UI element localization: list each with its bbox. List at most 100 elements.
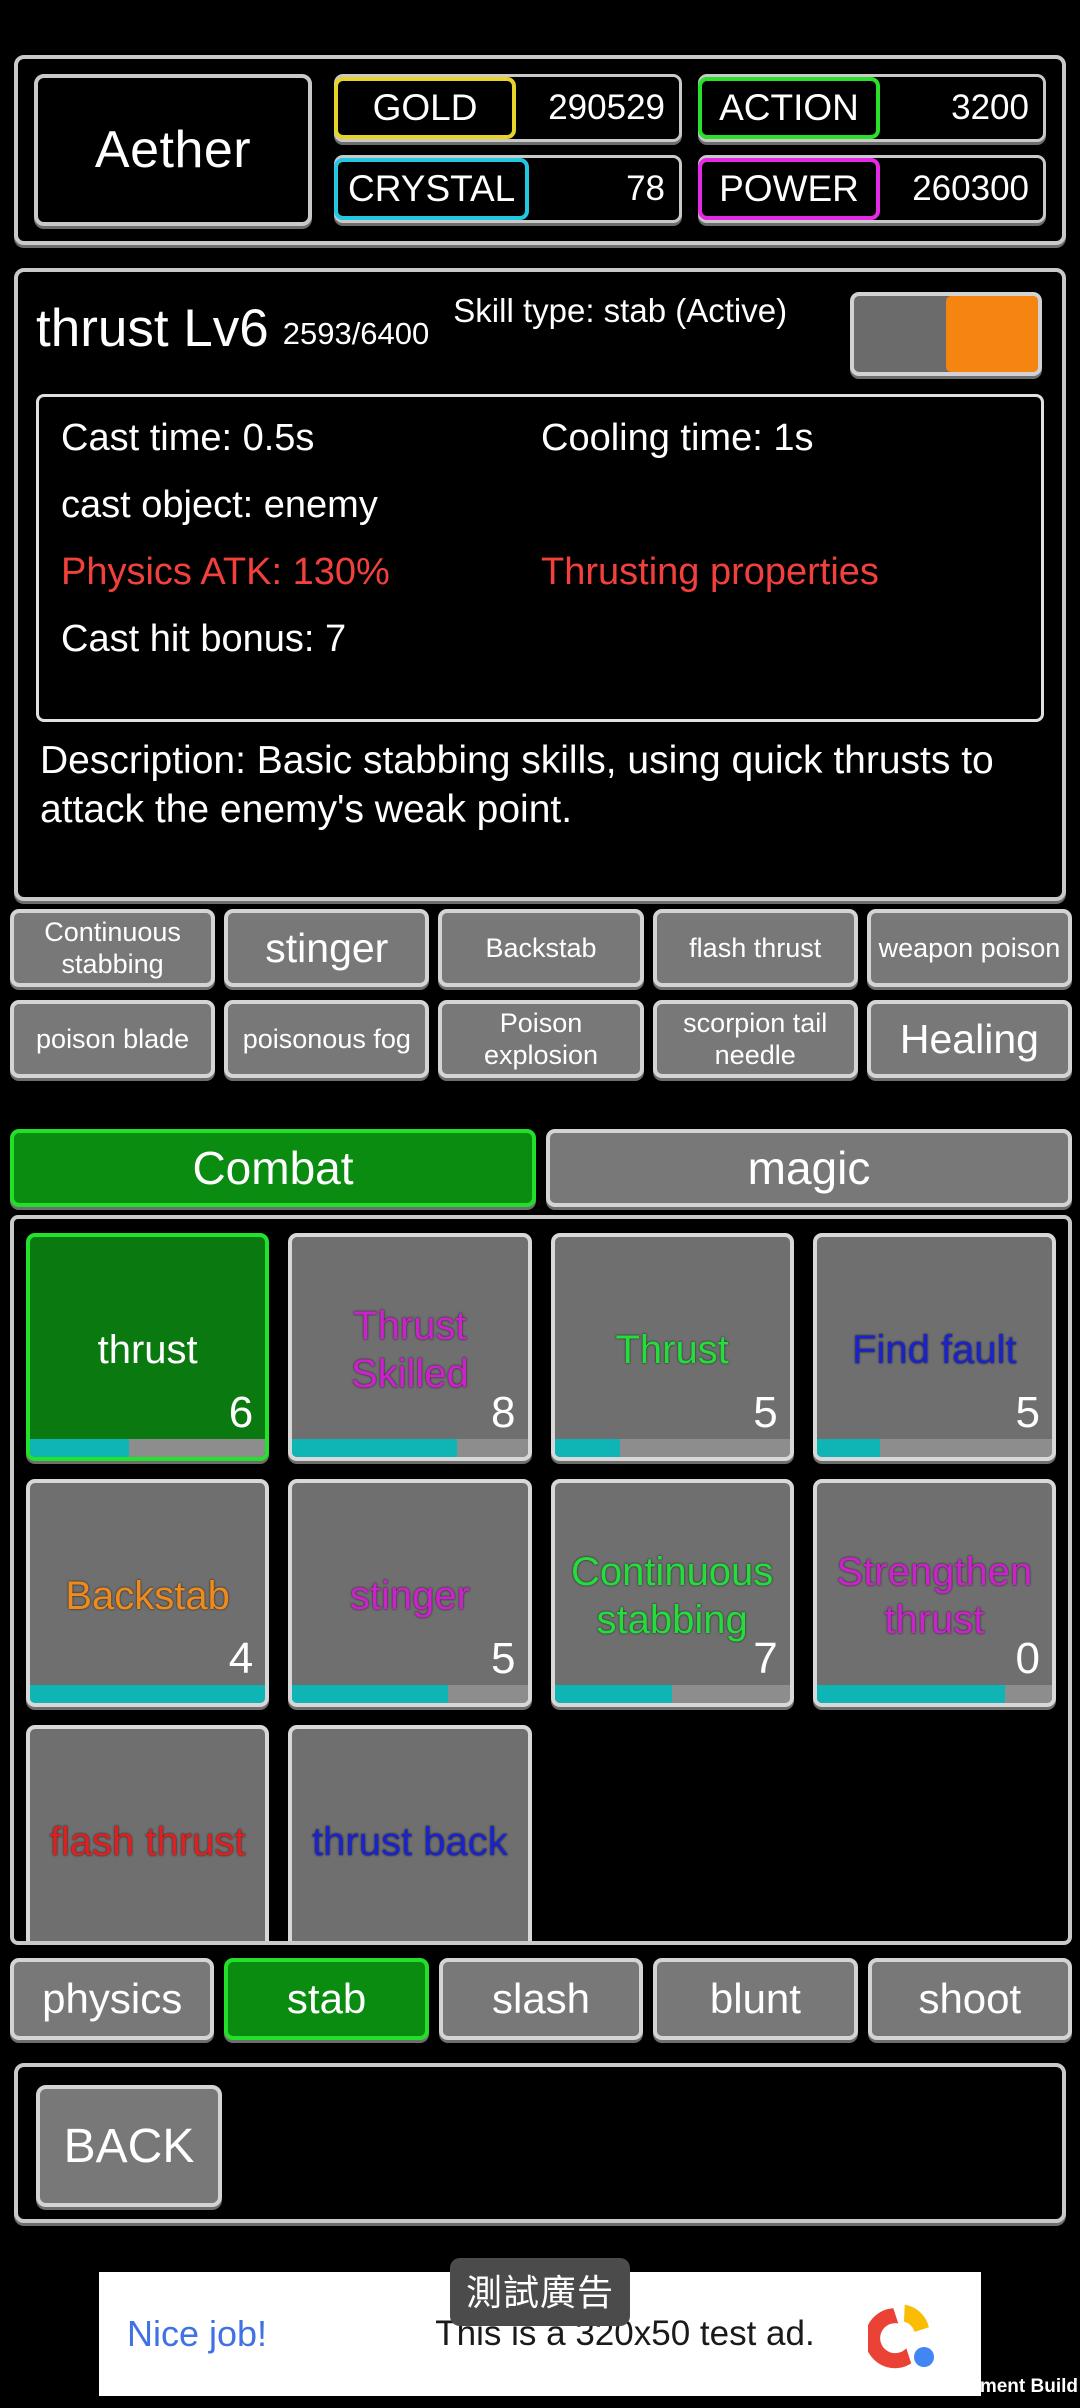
filter-slash[interactable]: slash <box>438 1958 644 2040</box>
skill-chip-row-2: poison blade poisonous fog Poison explos… <box>10 1000 1073 1078</box>
resource-stats: GOLD 290529 ACTION 3200 CRYSTAL 78 POWER… <box>326 74 1046 226</box>
filter-tabs: physics stab slash blunt shoot <box>10 1958 1073 2040</box>
cast-time: Cast time: 0.5s <box>61 417 315 459</box>
skill-card[interactable]: Find fault 5 <box>812 1233 1056 1461</box>
skill-hit-bonus-row: Cast hit bonus: 7 <box>61 618 1019 661</box>
skill-card-grid: thrust 6 Thrust Skilled 8 Thrust 5 Find fault 5… <box>26 1233 1056 1941</box>
stat-crystal-label: CRYSTAL <box>334 158 530 220</box>
skill-card-name: stinger <box>349 1574 470 1618</box>
development-build-watermark: Development Build <box>905 2376 1078 2397</box>
skill-card-level: 4 <box>228 1634 254 1683</box>
skill-card[interactable]: Thrust 5 <box>550 1233 794 1461</box>
cast-object: cast object: enemy <box>61 484 378 526</box>
skill-target-row: cast object: enemy <box>61 484 1019 527</box>
stat-gold-label: GOLD <box>334 77 516 139</box>
footer-bar: BACK <box>14 2063 1066 2223</box>
skill-chip[interactable]: poisonous fog <box>224 1000 430 1078</box>
stat-action: ACTION 3200 <box>698 74 1046 142</box>
skill-card[interactable]: flash thrust <box>26 1725 270 1941</box>
skill-chip[interactable]: stinger <box>224 909 430 987</box>
filter-physics[interactable]: physics <box>10 1958 215 2040</box>
skill-chip[interactable]: poison blade <box>10 1000 216 1078</box>
skill-stats-box: Cast time: 0.5s Cooling time: 1s cast ob… <box>36 394 1044 722</box>
stat-power-value: 260300 <box>912 169 1029 208</box>
stat-gold: GOLD 290529 <box>334 74 682 142</box>
stat-action-label: ACTION <box>698 77 880 139</box>
status-bar: Aether GOLD 290529 ACTION 3200 CRYSTAL 7… <box>14 55 1066 245</box>
filter-blunt[interactable]: blunt <box>653 1958 858 2040</box>
skill-card-name: Continuous stabbing <box>570 1550 774 1642</box>
stat-power: POWER 260300 <box>698 155 1046 223</box>
ad-cta-text: Nice job! <box>127 2313 268 2354</box>
skill-type: Skill type: stab (Active) <box>453 292 788 329</box>
player-name: Aether <box>94 121 252 179</box>
skill-xp: 2593/6400 <box>282 316 430 351</box>
skill-detail-panel: thrust Lv6 2593/6400 Skill type: stab (A… <box>14 268 1066 901</box>
skill-card-progress-bar <box>30 1685 266 1703</box>
skill-card-name: thrust <box>97 1328 198 1372</box>
skill-card[interactable]: Strengthen thrust 0 <box>812 1479 1056 1707</box>
skill-card-level: 7 <box>753 1634 778 1683</box>
skill-card[interactable]: thrust back <box>288 1725 532 1941</box>
skill-card-progress-bar <box>554 1439 790 1457</box>
skill-card-progress-fill <box>30 1439 129 1457</box>
skill-card-progress-bar <box>554 1685 790 1703</box>
skill-chip[interactable]: flash thrust <box>652 909 858 987</box>
skill-card-progress-bar <box>292 1685 528 1703</box>
skill-card-name: Backstab <box>65 1574 230 1618</box>
tab-magic[interactable]: magic <box>546 1129 1072 1207</box>
skill-chip[interactable]: scorpion tail needle <box>652 1000 858 1078</box>
skill-card-name: thrust back <box>312 1820 508 1864</box>
toggle-knob <box>946 296 1038 372</box>
skill-card[interactable]: Thrust Skilled 8 <box>288 1233 532 1461</box>
skill-card-name: flash thrust <box>49 1820 246 1864</box>
skill-chip[interactable]: weapon poison <box>866 909 1073 987</box>
skill-chip[interactable]: Backstab <box>438 909 644 987</box>
category-tabs: Combat magic <box>10 1129 1072 1207</box>
skill-card-level: 6 <box>228 1388 254 1437</box>
skill-card-progress-fill <box>292 1685 448 1703</box>
skill-atk-row: Physics ATK: 130% Thrusting properties <box>61 551 1019 594</box>
game-screen: Aether GOLD 290529 ACTION 3200 CRYSTAL 7… <box>0 0 1080 2408</box>
skill-card-progress-bar <box>816 1685 1052 1703</box>
filter-stab[interactable]: stab <box>224 1958 429 2040</box>
skill-card-name: Find fault <box>852 1328 1017 1372</box>
skill-card-level: 5 <box>491 1634 516 1683</box>
skill-card-progress-fill <box>292 1439 457 1457</box>
skill-chip[interactable]: Continuous stabbing <box>10 909 216 987</box>
skill-card-level: 5 <box>753 1388 778 1437</box>
skill-description: Description: Basic stabbing skills, usin… <box>40 739 994 831</box>
filter-shoot[interactable]: shoot <box>867 1958 1073 2040</box>
stat-action-value: 3200 <box>951 88 1029 127</box>
skill-card-progress-fill <box>554 1439 621 1457</box>
cast-hit-bonus: Cast hit bonus: 7 <box>61 618 347 660</box>
skill-card[interactable]: Continuous stabbing 7 <box>550 1479 794 1707</box>
skill-timing-row: Cast time: 0.5s Cooling time: 1s <box>61 417 1019 460</box>
ad-test-badge: 測試廣告 <box>449 2258 631 2326</box>
skill-card-level: 8 <box>491 1388 516 1437</box>
skill-card[interactable]: thrust 6 <box>26 1233 270 1461</box>
skill-card-name: Strengthen thrust <box>836 1550 1033 1642</box>
skill-chip[interactable]: Poison explosion <box>438 1000 644 1078</box>
tab-combat[interactable]: Combat <box>10 1129 536 1207</box>
skill-card[interactable]: stinger 5 <box>288 1479 532 1707</box>
skill-card-level: 5 <box>1015 1388 1040 1437</box>
admob-icon <box>863 2291 953 2377</box>
skill-properties: Thrusting properties <box>541 551 879 593</box>
skill-detail-header: thrust Lv6 2593/6400 Skill type: stab (A… <box>36 286 1044 384</box>
skill-card-name: Thrust <box>615 1328 729 1372</box>
skill-card-progress-fill <box>816 1439 881 1457</box>
skill-chip-row-1: Continuous stabbing stinger Backstab fla… <box>10 909 1073 987</box>
skill-card[interactable]: Backstab 4 <box>26 1479 270 1707</box>
skill-card-grid-container: thrust 6 Thrust Skilled 8 Thrust 5 Find fault 5… <box>10 1215 1072 1945</box>
skill-card-progress-fill <box>816 1685 1005 1703</box>
back-button[interactable]: BACK <box>36 2085 222 2207</box>
skill-card-progress-bar <box>816 1439 1052 1457</box>
skill-active-toggle[interactable] <box>850 292 1042 376</box>
player-name-box: Aether <box>34 74 312 226</box>
skill-card-progress-bar <box>30 1439 266 1457</box>
skill-chip[interactable]: Healing <box>866 1000 1073 1078</box>
skill-card-progress-fill <box>30 1685 266 1703</box>
skill-card-name: Thrust Skilled <box>350 1304 469 1396</box>
stat-power-label: POWER <box>698 158 880 220</box>
